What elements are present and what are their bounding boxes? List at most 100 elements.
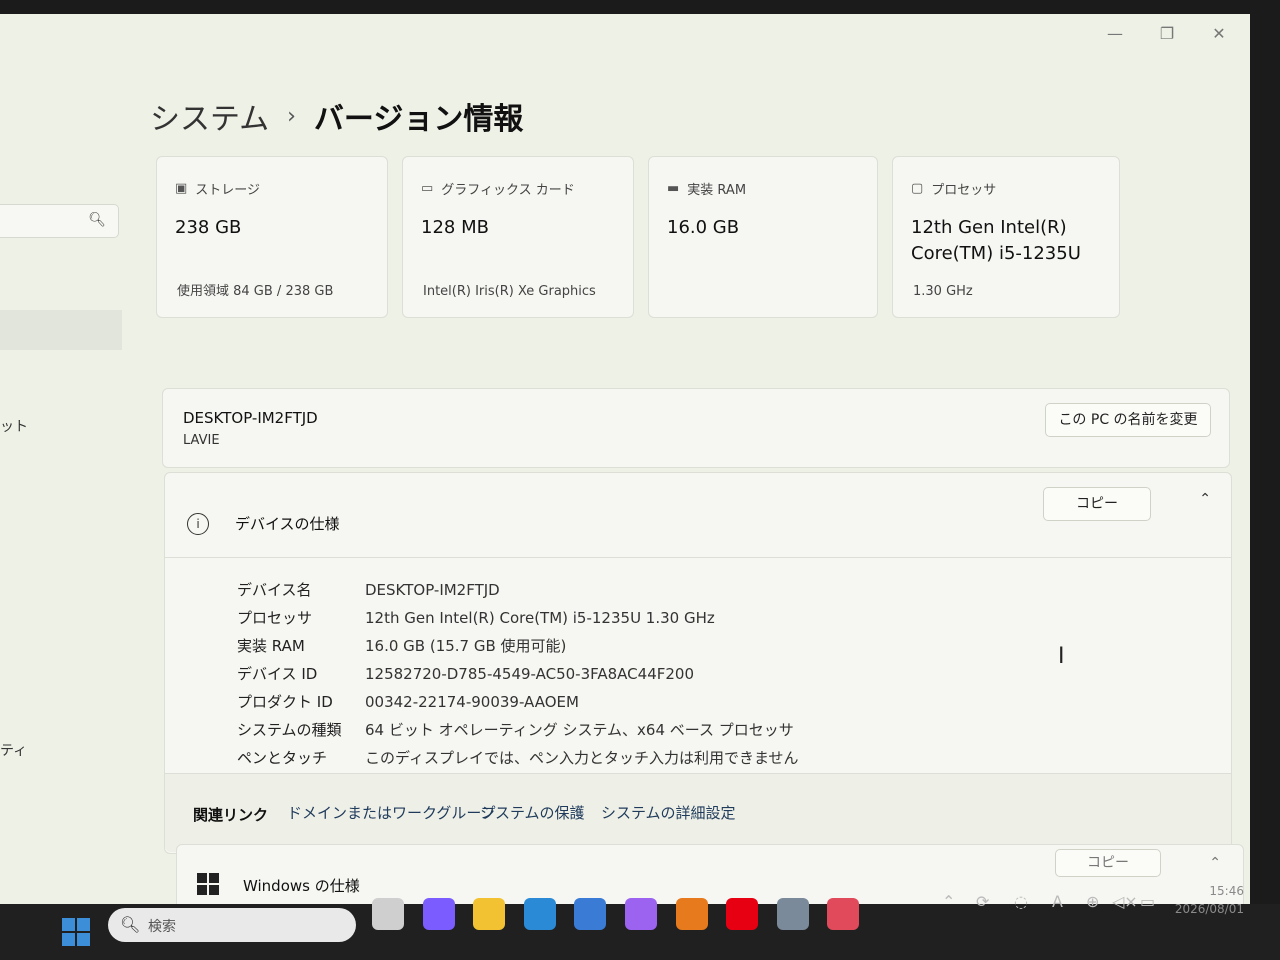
card-value: 128 MB [421, 217, 489, 238]
wifi-off-icon[interactable]: ◌ [1014, 892, 1028, 911]
breadcrumb-system[interactable]: システム [150, 94, 269, 138]
device-specs-header[interactable]: i デバイスの仕様 コピー ⌃ [165, 473, 1231, 558]
card-value: 238 GB [175, 217, 242, 238]
card-label: ストレージ [195, 183, 261, 198]
spec-value: このディスプレイでは、ペン入力とタッチ入力は利用できません [365, 749, 799, 767]
related-links-label: 関連リンク [193, 806, 269, 824]
device-specs-title: デバイスの仕様 [235, 515, 340, 533]
close-button[interactable]: ✕ [1208, 24, 1230, 43]
minimize-button[interactable]: — [1104, 24, 1126, 43]
sidebar-item-accessibility[interactable]: ティ [0, 740, 27, 760]
sidebar-search-input[interactable]: 🔍︎ [0, 204, 119, 238]
graphics-card-icon: ▭ [421, 181, 434, 196]
windows-logo-icon [197, 873, 219, 895]
clock[interactable]: 15:46 2026/08/01 [1175, 882, 1244, 918]
spec-key: デバイス名 [237, 581, 312, 599]
spec-row-device-id: デバイス ID 12582720-D785-4549-AC50-3FA8AC44F… [237, 663, 694, 684]
card-label: グラフィックス カード [441, 183, 575, 198]
windows-specs-title: Windows の仕様 [243, 877, 360, 895]
graphics-card[interactable]: ▭ グラフィックス カード 128 MB Intel(R) Iris(R) Xe … [402, 156, 634, 318]
card-sub: Intel(R) Iris(R) Xe Graphics [423, 284, 596, 299]
device-model: LAVIE [183, 433, 220, 448]
card-label: 実装 RAM [687, 183, 747, 198]
window-controls: — ❐ ✕ [1104, 24, 1230, 43]
text-cursor-icon: I [1058, 644, 1065, 669]
taskbar-search-placeholder: 検索 [148, 919, 176, 935]
related-links: 関連リンク ドメインまたはワークグループ システムの保護 システムの詳細設定 [165, 773, 1231, 852]
card-value: 16.0 GB [667, 217, 740, 238]
card-sub: 使用領域 84 GB / 238 GB [177, 284, 334, 299]
taskbar-app-task-view[interactable] [372, 898, 404, 930]
copy-windows-specs-button[interactable]: コピー [1055, 849, 1161, 877]
breadcrumb: システム › バージョン情報 [150, 94, 523, 138]
card-sub: 1.30 GHz [913, 284, 973, 299]
processor-icon: ▢ [911, 181, 924, 196]
card-label: プロセッサ [931, 183, 997, 198]
spec-key: デバイス ID [237, 665, 318, 683]
card-value: 12th Gen Intel(R) Core(TM) i5-1235U [911, 215, 1081, 267]
volume-muted-icon[interactable]: ◁× [1112, 892, 1138, 911]
taskbar-app-edge[interactable] [523, 898, 556, 930]
taskbar-app-settings[interactable] [776, 898, 809, 930]
link-domain-workgroup[interactable]: ドメインまたはワークグループ [287, 802, 496, 823]
sidebar-item-selected[interactable] [0, 310, 122, 350]
spec-key: プロセッサ [237, 609, 313, 627]
spec-row-ram: 実装 RAM 16.0 GB (15.7 GB 使用可能) [237, 635, 566, 656]
processor-card[interactable]: ▢ プロセッサ 12th Gen Intel(R) Core(TM) i5-123… [892, 156, 1120, 318]
spec-value: 16.0 GB (15.7 GB 使用可能) [365, 637, 567, 655]
taskbar: 🔍︎ 検索 ⌃ ⟳ ◌ A ⊕ ◁× ▭ 15:46 2026/08/01 [0, 884, 1280, 960]
copy-device-specs-button[interactable]: コピー [1043, 487, 1151, 521]
taskbar-app-copilot[interactable] [422, 898, 455, 930]
chevron-right-icon: › [287, 103, 296, 129]
taskbar-app-yahoo[interactable] [726, 898, 759, 930]
spec-row-system-type: システムの種類 64 ビット オペレーティング システム、x64 ベース プロセッ… [237, 719, 794, 740]
clock-time: 15:46 [1209, 884, 1244, 898]
sidebar-item-network[interactable]: ット [0, 416, 28, 436]
device-specs-panel: i デバイスの仕様 コピー ⌃ デバイス名 DESKTOP-IM2FTJD プロセ… [164, 472, 1232, 854]
ram-icon: ▬ [667, 181, 680, 196]
clock-date: 2026/08/01 [1174, 902, 1244, 916]
spec-key: システムの種類 [237, 721, 342, 739]
storage-icon: ▣ [175, 181, 188, 196]
spec-row-device-name: デバイス名 DESKTOP-IM2FTJD [237, 579, 500, 600]
storage-card[interactable]: ▣ ストレージ 238 GB 使用領域 84 GB / 238 GB [156, 156, 388, 318]
chevron-up-icon[interactable]: ⌃ [1199, 491, 1211, 507]
link-advanced-system-settings[interactable]: システムの詳細設定 [601, 802, 736, 823]
spec-value: 12th Gen Intel(R) Core(TM) i5-1235U 1.30… [365, 609, 715, 627]
maximize-button[interactable]: ❐ [1156, 24, 1178, 43]
spec-value: 00342-22174-90039-AAOEM [365, 693, 579, 711]
info-icon: i [187, 513, 209, 535]
spec-key: プロダクト ID [237, 693, 333, 711]
search-icon: 🔍︎ [120, 915, 141, 934]
spec-value: DESKTOP-IM2FTJD [365, 581, 500, 599]
battery-icon[interactable]: ▭ [1140, 892, 1155, 911]
windows-specs-panel[interactable]: Windows の仕様 コピー ⌃ [176, 844, 1244, 904]
link-system-protection[interactable]: システムの保護 [480, 802, 585, 823]
search-icon: 🔍︎ [88, 212, 106, 228]
ram-card[interactable]: ▬ 実装 RAM 16.0 GB [648, 156, 878, 318]
processor-line-1: 12th Gen Intel(R) [911, 217, 1067, 238]
taskbar-app-app-purple[interactable] [625, 898, 657, 930]
chevron-up-icon[interactable]: ⌃ [942, 892, 955, 911]
device-name: DESKTOP-IM2FTJD [183, 409, 318, 427]
taskbar-app-store[interactable] [574, 898, 607, 930]
processor-line-2: Core(TM) i5-1235U [911, 243, 1081, 264]
settings-window: — ❐ ✕ 🔍︎ ット ティ システム › バージョン情報 ▣ ストレージ 238… [0, 14, 1250, 904]
chevron-up-icon[interactable]: ⌃ [1209, 855, 1221, 871]
taskbar-app-file-explorer[interactable] [473, 898, 506, 930]
spec-value: 64 ビット オペレーティング システム、x64 ベース プロセッサ [365, 721, 794, 739]
spec-row-processor: プロセッサ 12th Gen Intel(R) Core(TM) i5-1235U… [237, 607, 715, 628]
spec-key: ペンとタッチ [237, 749, 328, 767]
sync-icon[interactable]: ⟳ [976, 892, 989, 911]
taskbar-app-app-orange[interactable] [675, 898, 708, 930]
start-button[interactable] [62, 918, 90, 946]
spec-row-pen-touch: ペンとタッチ このディスプレイでは、ペン入力とタッチ入力は利用できません [237, 747, 799, 768]
page-title: バージョン情報 [313, 102, 524, 137]
taskbar-app-app-red[interactable] [827, 898, 860, 930]
spec-value: 12582720-D785-4549-AC50-3FA8AC44F200 [365, 665, 694, 683]
rename-pc-button[interactable]: この PC の名前を変更 [1045, 403, 1211, 437]
taskbar-search-input[interactable]: 🔍︎ 検索 [108, 908, 356, 942]
ime-indicator[interactable]: A [1052, 892, 1063, 911]
globe-icon[interactable]: ⊕ [1086, 892, 1099, 911]
spec-key: 実装 RAM [237, 637, 305, 655]
